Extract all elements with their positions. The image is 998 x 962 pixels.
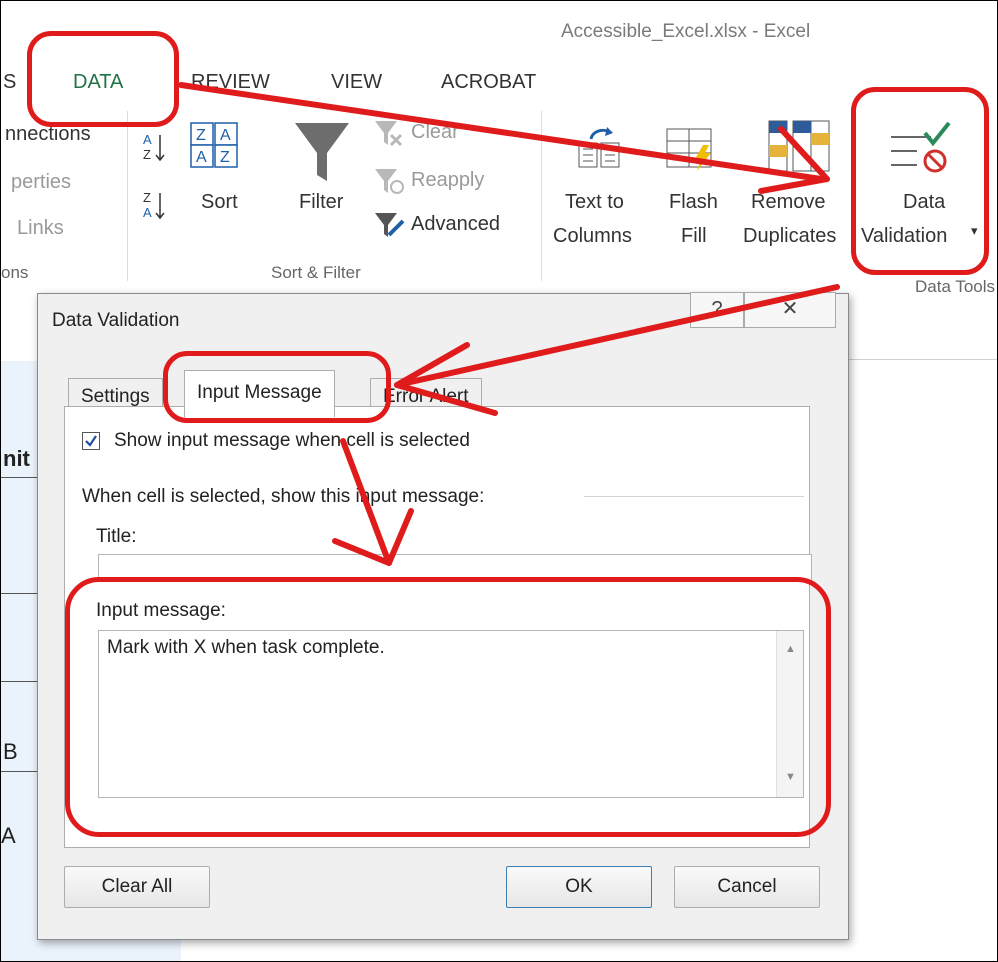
cell-text: B: [3, 739, 18, 764]
flash-fill-label-2[interactable]: Fill: [681, 225, 707, 248]
cell-border: [1, 771, 41, 772]
properties-button[interactable]: perties: [11, 171, 71, 194]
annotation-box-data-validation: [851, 87, 989, 275]
show-message-checkbox[interactable]: [82, 432, 100, 450]
text-to-columns-label-1[interactable]: Text to: [565, 191, 624, 214]
remove-duplicates-label-1[interactable]: Remove: [751, 191, 825, 214]
cell-border: [1, 593, 41, 594]
svg-text:Z: Z: [143, 190, 151, 205]
sort-az-icon[interactable]: AZ: [141, 131, 167, 170]
advanced-filter-icon[interactable]: [373, 211, 405, 244]
checkbox-label[interactable]: Show input message when cell is selected: [114, 430, 470, 452]
help-button[interactable]: ?: [690, 292, 744, 328]
filter-button-label[interactable]: Filter: [299, 191, 343, 214]
dialog-title: Data Validation: [52, 310, 180, 331]
sort-button-label[interactable]: Sort: [201, 191, 238, 214]
window-title: Accessible_Excel.xlsx - Excel: [561, 21, 811, 42]
annotation-box-input-message: [65, 577, 831, 837]
cell-border: [1, 681, 41, 682]
group-label-sort-filter: Sort & Filter: [271, 263, 361, 282]
filter-funnel-icon[interactable]: [293, 119, 353, 190]
section-label: When cell is selected, show this input m…: [82, 486, 485, 507]
reapply-icon[interactable]: [373, 167, 405, 200]
screenshot-frame: Accessible_Excel.xlsx - Excel S DATA REV…: [0, 0, 998, 962]
tab-acrobat[interactable]: ACROBAT: [441, 71, 536, 94]
remove-duplicates-label-2[interactable]: Duplicates: [743, 225, 836, 248]
sort-za-icon[interactable]: ZA: [141, 189, 167, 228]
clear-filter-icon[interactable]: [373, 119, 405, 152]
reapply-button-label[interactable]: Reapply: [411, 169, 484, 192]
cell-border: [1, 477, 41, 478]
group-separator: [541, 111, 542, 281]
flash-fill-icon[interactable]: [665, 123, 717, 178]
sort-dialog-icon[interactable]: Z A A Z: [189, 121, 241, 176]
clear-all-button[interactable]: Clear All: [64, 866, 210, 908]
annotation-box-data-tab: [27, 31, 179, 127]
ok-button[interactable]: OK: [506, 866, 652, 908]
remove-duplicates-icon[interactable]: [767, 119, 831, 180]
cancel-button[interactable]: Cancel: [674, 866, 820, 908]
edit-links-button[interactable]: Links: [17, 217, 64, 240]
ribbon: nnections perties Links AZ ZA Z A A Z So…: [1, 101, 997, 296]
section-divider: [584, 496, 804, 497]
text-to-columns-icon[interactable]: [577, 123, 623, 178]
group-separator: [127, 111, 128, 281]
svg-text:A: A: [196, 149, 207, 166]
close-button[interactable]: ✕: [744, 292, 836, 328]
svg-text:Z: Z: [143, 147, 151, 162]
advanced-button-label[interactable]: Advanced: [411, 213, 500, 236]
svg-text:A: A: [220, 127, 231, 144]
group-label-connections: ons: [1, 263, 29, 282]
text-to-columns-label-2[interactable]: Columns: [553, 225, 632, 248]
flash-fill-label-1[interactable]: Flash: [669, 191, 718, 214]
tab-input-message[interactable]: Input Message: [184, 370, 335, 417]
tab-view[interactable]: VIEW: [331, 71, 382, 94]
tab-partial[interactable]: S: [3, 71, 16, 94]
cell-text: A: [1, 823, 16, 848]
svg-text:A: A: [143, 205, 152, 220]
clear-button-label[interactable]: Clear: [411, 121, 459, 144]
svg-text:A: A: [143, 132, 152, 147]
svg-text:Z: Z: [220, 149, 230, 166]
cell-text: nit: [3, 446, 30, 471]
title-label: Title:: [96, 526, 137, 547]
svg-text:Z: Z: [196, 127, 206, 144]
tab-review[interactable]: REVIEW: [191, 71, 270, 94]
